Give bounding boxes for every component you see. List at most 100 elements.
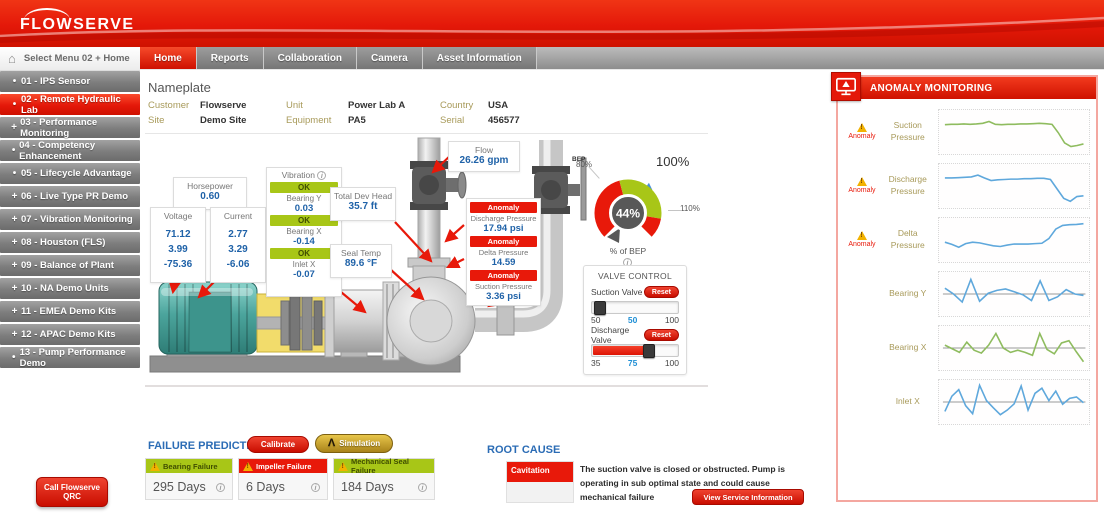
horsepower-readout: Horsepower 0.60	[173, 177, 247, 210]
sidebar-item-emea-demo-kits[interactable]: +11 - EMEA Demo Kits	[0, 301, 140, 322]
bullet-icon: •	[8, 76, 21, 87]
gauge-caption: % of BEP	[572, 246, 684, 256]
seal-temp-readout: Seal Temp 89.6 °F	[330, 244, 392, 278]
pressure-anomaly-stack: Anomaly Discharge Pressure 17.94 psi Ano…	[466, 198, 541, 306]
card-title: Impeller Failure	[256, 462, 311, 471]
suction-valve-slider[interactable]	[591, 301, 679, 314]
info-icon[interactable]	[418, 483, 427, 492]
field-value: PA5	[348, 115, 440, 130]
sidebar-item-na-demo-units[interactable]: +10 - NA Demo Units	[0, 278, 140, 299]
sidebar-item-pump-performance-demo[interactable]: •13 - Pump Performance Demo	[0, 347, 140, 368]
status-badge: OK	[270, 215, 338, 226]
field-label: Customer	[148, 100, 200, 115]
field-label: Country	[440, 100, 488, 115]
days-value: 6 Days	[246, 480, 285, 494]
sidebar-item-apac-demo-kits[interactable]: +12 - APAC Demo Kits	[0, 324, 140, 345]
sidebar-item-label: 11 - EMEA Demo Kits	[21, 306, 116, 317]
sidebar-header[interactable]: ⌂ Select Menu 02 + Home	[0, 47, 140, 71]
calibrate-button[interactable]: Calibrate	[247, 436, 309, 453]
sidebar-item-ips-sensor[interactable]: •01 - IPS Sensor	[0, 71, 140, 92]
readout-value: -6.06	[211, 257, 265, 272]
root-cause-list: Cavitation	[506, 461, 574, 503]
sparkline-chart	[938, 379, 1090, 425]
alarm-monitor-icon	[831, 72, 861, 101]
readout-label: Vibration	[282, 170, 315, 180]
slider-handle[interactable]	[643, 344, 655, 358]
bearing-failure-card: Bearing Failure 295 Days	[145, 458, 233, 500]
warning-icon	[243, 462, 253, 471]
sidebar-item-lifecycle-advantage[interactable]: •05 - Lifecycle Advantage	[0, 163, 140, 184]
discharge-valve-reset-button[interactable]: Reset	[644, 329, 679, 341]
gauge-leader-line	[668, 210, 682, 211]
field-value: Demo Site	[200, 115, 286, 130]
discharge-valve-slider[interactable]	[591, 344, 679, 357]
field-value: Flowserve	[200, 100, 286, 115]
warning-icon	[338, 462, 348, 471]
total-dev-head-readout: Total Dev Head 35.7 ft	[330, 187, 396, 221]
sidebar-item-label: 02 - Remote Hydraulic Lab	[21, 94, 140, 116]
banner-swoosh	[0, 0, 1104, 47]
anomaly-flag-label: Anomaly	[848, 133, 875, 140]
status-badge: OK	[270, 182, 338, 193]
sidebar-item-remote-hydraulic-lab[interactable]: •02 - Remote Hydraulic Lab	[0, 94, 140, 115]
readout-label: Seal Temp	[331, 248, 391, 258]
scale-current: 50	[628, 315, 637, 325]
slider-fill	[593, 346, 645, 355]
tab-camera[interactable]: Camera	[357, 47, 423, 69]
nameplate-grid: Customer Flowserve Unit Power Lab A Coun…	[148, 100, 568, 130]
sidebar-item-vibration-monitoring[interactable]: +07 - Vibration Monitoring	[0, 209, 140, 230]
field-value: USA	[488, 100, 568, 115]
root-cause-item[interactable]: Cavitation	[507, 462, 573, 482]
tab-collaboration[interactable]: Collaboration	[264, 47, 357, 69]
readout-value: 2.77	[211, 227, 265, 242]
simulation-button[interactable]: Simulation	[315, 434, 393, 453]
info-icon[interactable]	[317, 171, 326, 180]
gauge-tick-110: 110%	[680, 204, 700, 213]
info-icon[interactable]	[311, 483, 320, 492]
sidebar-item-live-type-pr-demo[interactable]: +06 - Live Type PR Demo	[0, 186, 140, 207]
sidebar-item-competency-enhancement[interactable]: •04 - Competency Enhancement	[0, 140, 140, 161]
readout-value: 0.60	[174, 191, 246, 202]
field-value: Power Lab A	[348, 100, 440, 115]
sidebar-item-performance-monitoring[interactable]: +03 - Performance Monitoring	[0, 117, 140, 138]
sidebar-item-houston-fls[interactable]: +08 - Houston (FLS)	[0, 232, 140, 253]
field-label: Unit	[286, 100, 348, 115]
channel-label: Bearing X	[267, 227, 341, 236]
slider-handle[interactable]	[594, 301, 606, 315]
info-icon[interactable]	[216, 483, 225, 492]
view-service-information-button[interactable]: View Service Information	[692, 489, 804, 505]
anomaly-row-bearing-x: Bearing X	[844, 324, 1090, 371]
tab-asset-information[interactable]: Asset Information	[423, 47, 537, 69]
anomaly-monitoring-panel: ANOMALY MONITORING Anomaly Suction Press…	[836, 75, 1098, 502]
readout-label: Horsepower	[174, 181, 246, 191]
sparkline-chart	[938, 325, 1090, 371]
sidebar-item-balance-of-plant[interactable]: +09 - Balance of Plant	[0, 255, 140, 276]
sidebar-item-label: 13 - Pump Performance Demo	[20, 347, 140, 369]
gauge-dial: 44%	[586, 170, 670, 254]
anomaly-badge: Anomaly	[470, 202, 537, 213]
field-value: 456577	[488, 115, 568, 130]
call-flowserve-qrc-button[interactable]: Call Flowserve QRC	[36, 477, 108, 507]
plus-icon: +	[8, 214, 21, 225]
bullet-icon: •	[8, 168, 21, 179]
sidebar-item-label: 12 - APAC Demo Kits	[21, 329, 116, 340]
anomaly-flag-label: Anomaly	[848, 241, 875, 248]
plus-icon: +	[8, 329, 21, 340]
sparkline-chart	[938, 271, 1090, 317]
top-banner: FLOWSERVE	[0, 0, 1104, 47]
pressure-value: 3.36 psi	[467, 291, 540, 303]
sidebar: ⌂ Select Menu 02 + Home •01 - IPS Sensor…	[0, 47, 140, 517]
signal-label: Suction Pressure	[880, 120, 936, 142]
anomaly-flag-label: Anomaly	[848, 187, 875, 194]
sparkline-chart	[938, 163, 1090, 209]
suction-valve-reset-button[interactable]: Reset	[644, 286, 679, 298]
valve-control-panel: VALVE CONTROL Suction Valve Reset 50 50 …	[583, 265, 687, 375]
scale-min: 35	[591, 358, 600, 368]
pressure-value: 17.94 psi	[467, 223, 540, 235]
readout-label: Current	[211, 211, 265, 221]
voltage-readout: Voltage 71.12 3.99 -75.36	[150, 207, 206, 283]
sparkline-chart	[938, 217, 1090, 263]
anomaly-row-delta-pressure: Anomaly Delta Pressure	[844, 216, 1090, 263]
tab-home[interactable]: Home	[140, 47, 197, 69]
tab-reports[interactable]: Reports	[197, 47, 264, 69]
